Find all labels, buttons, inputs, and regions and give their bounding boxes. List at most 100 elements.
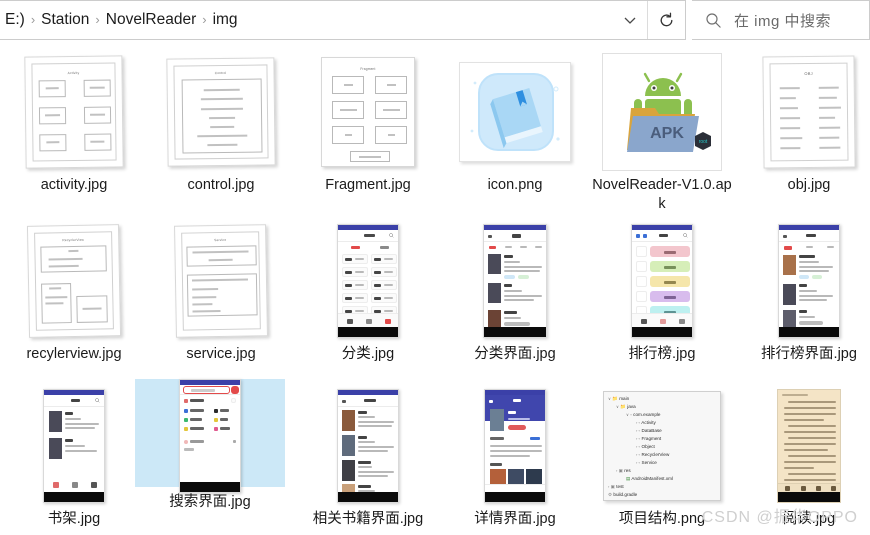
file-name[interactable]: service.jpg — [149, 345, 293, 366]
thumbnail-activity[interactable]: Activity — [0, 48, 148, 176]
thumbnail-sousuo-jiemian[interactable] — [136, 379, 284, 493]
doc-thumb: RecyclerView — [26, 224, 122, 338]
thumbnail-recyclerview[interactable]: RecyclerView — [0, 217, 148, 345]
thumbnail-control[interactable]: Control — [147, 48, 295, 176]
file-name[interactable]: 分类.jpg — [296, 345, 440, 366]
thumbnail-fenlei[interactable] — [294, 217, 442, 345]
thumbnail-apk[interactable]: APK root — [588, 48, 736, 176]
breadcrumb-bar[interactable]: E:) › Station › NovelReader › img — [0, 0, 686, 40]
phone-screenshot — [483, 224, 547, 338]
tree-row-label: proguard-rules.pro — [614, 500, 652, 501]
phone-screenshot — [484, 389, 546, 503]
project-tree-thumb: ∨ 📁 main ∨ 📁 java ∨ ▫ com.example › ▫ Ac… — [603, 391, 721, 501]
breadcrumb-item-3[interactable]: img — [208, 10, 243, 30]
apk-label: APK — [650, 125, 684, 142]
file-item-sousuo-jiemian[interactable]: 搜索界面.jpg — [135, 379, 285, 510]
breadcrumb-item-0[interactable]: E:) — [0, 10, 30, 30]
thumbnail-fenlei-jiemian[interactable] — [441, 217, 589, 345]
file-name[interactable]: control.jpg — [149, 176, 293, 197]
breadcrumb-item-1[interactable]: Station — [36, 10, 94, 30]
file-item-xiangguan-shuji[interactable]: 相关书籍界面.jpg — [294, 382, 442, 531]
doc-thumb: Control — [166, 57, 276, 167]
file-item-icon-png[interactable]: icon.png — [441, 48, 589, 197]
thumb-title: OBJ — [804, 70, 813, 77]
thumb-title: Fragment — [360, 67, 376, 71]
file-name[interactable]: 排行榜.jpg — [590, 345, 734, 366]
file-name[interactable]: activity.jpg — [2, 176, 146, 197]
file-item-service[interactable]: Service service.jpg — [147, 217, 295, 366]
search-icon — [95, 398, 100, 403]
file-name[interactable]: Fragment.jpg — [296, 176, 440, 197]
phone-screenshot — [337, 389, 399, 503]
tree-row-label: build.gradle — [613, 492, 638, 497]
thumbnail-paihangbang[interactable] — [588, 217, 736, 345]
file-name[interactable]: 搜索界面.jpg — [138, 493, 282, 514]
file-item-paihangbang[interactable]: 排行榜.jpg — [588, 217, 736, 366]
doc-thumb: Activity — [24, 55, 124, 169]
phone-screenshot — [778, 224, 840, 338]
thumbnail-icon-png[interactable] — [441, 48, 589, 176]
thumbnail-shujia[interactable] — [0, 382, 148, 510]
tree-row-label: Activity — [641, 420, 656, 425]
file-name[interactable]: 书架.jpg — [2, 510, 146, 531]
file-item-activity[interactable]: Activity activity.jpg — [0, 48, 148, 197]
address-bar: E:) › Station › NovelReader › img 在 img … — [0, 0, 870, 40]
book-icon — [470, 81, 560, 149]
file-name[interactable]: 排行榜界面.jpg — [737, 345, 870, 366]
tree-row-label: RecyclerView — [641, 452, 670, 457]
file-name[interactable]: obj.jpg — [737, 176, 870, 197]
phone-screenshot — [179, 379, 241, 493]
chevron-down-icon[interactable] — [613, 1, 647, 39]
thumbnail-obj[interactable]: OBJ — [735, 48, 870, 176]
file-item-obj[interactable]: OBJ obj.jpg — [735, 48, 870, 197]
phone-screenshot — [337, 224, 399, 338]
watermark: CSDN @振华OPPO — [701, 509, 858, 526]
phone-screenshot — [43, 389, 105, 503]
thumbnail-xiangguan-shuji[interactable] — [294, 382, 442, 510]
apk-thumb: APK root — [602, 53, 722, 171]
file-item-xiangqing-jiemian[interactable]: 详情界面.jpg — [441, 382, 589, 531]
file-item-apk[interactable]: APK root NovelReader-V1.0.apk — [588, 48, 736, 216]
breadcrumb[interactable]: E:) › Station › NovelReader › img — [0, 10, 613, 30]
search-icon — [692, 12, 734, 29]
file-name[interactable]: NovelReader-V1.0.apk — [590, 176, 734, 216]
tree-row-label: test — [616, 484, 624, 489]
file-item-control[interactable]: Control control.jpg — [147, 48, 295, 197]
tree-row-label: Fragment — [641, 436, 662, 441]
file-item-fenlei[interactable]: 分类.jpg — [294, 217, 442, 366]
file-item-recyclerview[interactable]: RecyclerView recylerview.jpg — [0, 217, 148, 366]
tree-row-label: AndroidManifest.xml — [631, 476, 673, 481]
file-name[interactable]: recylerview.jpg — [2, 345, 146, 366]
search-icon — [683, 233, 688, 238]
file-item-fenlei-jiemian[interactable]: 分类界面.jpg — [441, 217, 589, 366]
file-item-paihangbang-jiemian[interactable]: 排行榜界面.jpg — [735, 217, 870, 366]
file-item-shujia[interactable]: 书架.jpg — [0, 382, 148, 531]
search-box[interactable]: 在 img 中搜索 — [692, 0, 870, 40]
doc-thumb: Fragment — [321, 57, 415, 167]
tree-row-label: com.example — [633, 412, 661, 417]
reading-page-thumb — [777, 389, 841, 503]
app-icon-thumb — [459, 62, 571, 162]
phone-screenshot — [631, 224, 693, 338]
android-apk-icon: APK root — [627, 72, 711, 152]
file-name[interactable]: 分类界面.jpg — [443, 345, 587, 366]
breadcrumb-item-2[interactable]: NovelReader — [101, 10, 201, 30]
thumbnail-yuedu[interactable] — [735, 382, 870, 510]
file-name[interactable]: 详情界面.jpg — [443, 510, 587, 531]
refresh-icon[interactable] — [647, 1, 685, 39]
thumbnail-service[interactable]: Service — [147, 217, 295, 345]
tree-row-label: Service — [641, 460, 657, 465]
tree-row-label: DataBase — [641, 428, 662, 433]
thumbnail-paihangbang-jiemian[interactable] — [735, 217, 870, 345]
file-name[interactable]: icon.png — [443, 176, 587, 197]
doc-thumb: Service — [174, 224, 268, 338]
search-placeholder[interactable]: 在 img 中搜索 — [734, 10, 831, 31]
file-grid: Activity activity.jpg Control control.jp… — [0, 42, 870, 535]
thumbnail-xiangqing-jiemian[interactable] — [441, 382, 589, 510]
file-item-fragment[interactable]: Fragment Fragment.jpg — [294, 48, 442, 197]
file-name[interactable]: 相关书籍界面.jpg — [296, 510, 440, 531]
thumbnail-xiangmu-jiegou[interactable]: ∨ 📁 main ∨ 📁 java ∨ ▫ com.example › ▫ Ac… — [588, 382, 736, 510]
search-icon — [389, 233, 394, 238]
tree-row-label: res — [624, 468, 631, 473]
thumbnail-fragment[interactable]: Fragment — [294, 48, 442, 176]
